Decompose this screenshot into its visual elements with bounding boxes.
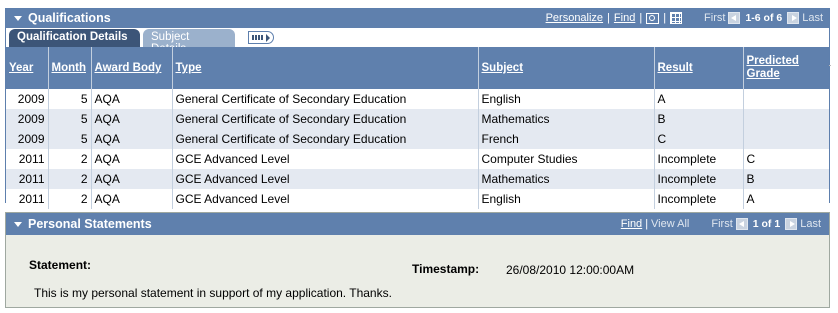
next-row-icon[interactable]: [785, 218, 798, 230]
column-header-year[interactable]: Year: [6, 47, 48, 89]
cell-month: 2: [47, 169, 91, 189]
qualifications-header: Qualifications Personalize | Find | | Fi…: [6, 9, 829, 28]
cell-year: 2009: [6, 89, 48, 109]
cell-year: 2009: [6, 109, 48, 129]
statement-text: This is my personal statement in support…: [34, 286, 392, 300]
cell-predicted-grade: [742, 129, 829, 149]
cell-award-body: AQA: [90, 149, 172, 169]
statement-label: Statement:: [29, 258, 92, 272]
last-label: Last: [802, 12, 823, 24]
separator: |: [607, 12, 610, 24]
personal-statements-toolbar: Find | View All First 1 of 1 Last: [621, 218, 821, 230]
previous-row-icon[interactable]: [735, 218, 748, 230]
cell-result: Incomplete: [653, 149, 743, 169]
table-row: 2009 5 AQA General Certificate of Second…: [6, 89, 829, 109]
column-header-result[interactable]: Result: [653, 47, 743, 89]
cell-type: GCE Advanced Level: [171, 149, 478, 169]
cell-type: General Certificate of Secondary Educati…: [171, 109, 478, 129]
cell-result: A: [653, 89, 743, 109]
cell-month: 2: [47, 149, 91, 169]
cell-award-body: AQA: [90, 129, 172, 149]
cell-result: B: [653, 109, 743, 129]
cell-month: 2: [47, 189, 91, 209]
cell-award-body: AQA: [90, 109, 172, 129]
cell-subject: French: [477, 129, 654, 149]
show-all-columns-icon[interactable]: [248, 31, 274, 44]
qualifications-toolbar: Personalize | Find | | First 1-6 of 6 La…: [546, 12, 823, 24]
first-label: First: [711, 218, 733, 230]
column-header-month[interactable]: Month: [47, 47, 91, 89]
cell-predicted-grade: [742, 109, 829, 129]
personal-statements-title[interactable]: Personal Statements: [14, 217, 152, 231]
previous-row-icon[interactable]: [728, 12, 741, 24]
view-all-label: View All: [651, 218, 690, 230]
timestamp-value: 26/08/2010 12:00:00AM: [506, 263, 635, 277]
table-header-row: Year Month Award Body Type Subject Resul…: [6, 47, 829, 89]
qualifications-title[interactable]: Qualifications: [14, 11, 111, 25]
table-row: 2009 5 AQA General Certificate of Second…: [6, 109, 829, 129]
timestamp-label: Timestamp:: [412, 262, 480, 276]
qualifications-title-text: Qualifications: [28, 11, 111, 25]
cell-year: 2011: [6, 169, 48, 189]
tab-qualification-details[interactable]: Qualification Details: [9, 29, 140, 47]
column-header-type[interactable]: Type: [171, 47, 478, 89]
separator: |: [639, 12, 643, 24]
cell-award-body: AQA: [90, 89, 172, 109]
column-header-award-body[interactable]: Award Body: [90, 47, 172, 89]
find-link[interactable]: Find: [614, 12, 635, 24]
cell-result: Incomplete: [653, 189, 743, 209]
cell-predicted-grade: C: [742, 149, 829, 169]
personal-statements-panel: Personal Statements Find | View All Firs…: [5, 212, 830, 308]
cell-subject: Mathematics: [477, 169, 654, 189]
cell-subject: English: [477, 89, 654, 109]
cell-subject: Mathematics: [477, 109, 654, 129]
cell-result: Incomplete: [653, 169, 743, 189]
personal-statements-header: Personal Statements Find | View All Firs…: [6, 213, 829, 235]
collapse-triangle-icon[interactable]: [14, 221, 22, 227]
table-row: 2011 2 AQA GCE Advanced Level English In…: [6, 189, 829, 209]
cell-year: 2009: [6, 129, 48, 149]
tab-subject-details[interactable]: Subject Details: [143, 29, 235, 55]
cell-subject: Computer Studies: [477, 149, 654, 169]
personalize-link[interactable]: Personalize: [546, 12, 603, 24]
cell-type: GCE Advanced Level: [171, 189, 478, 209]
cell-type: General Certificate of Secondary Educati…: [171, 129, 478, 149]
table-row: 2011 2 AQA GCE Advanced Level Mathematic…: [6, 169, 829, 189]
cell-award-body: AQA: [90, 189, 172, 209]
separator: |: [645, 218, 649, 230]
cell-year: 2011: [6, 149, 48, 169]
cell-month: 5: [47, 109, 91, 129]
cell-month: 5: [47, 89, 91, 109]
first-label: First: [704, 12, 726, 24]
cell-year: 2011: [6, 189, 48, 209]
cell-predicted-grade: B: [742, 169, 829, 189]
cell-type: GCE Advanced Level: [171, 169, 478, 189]
cell-subject: English: [477, 189, 654, 209]
column-header-subject[interactable]: Subject: [477, 47, 654, 89]
last-label: Last: [800, 218, 821, 230]
qualifications-grid: Qualifications Personalize | Find | | Fi…: [5, 8, 831, 209]
separator: |: [663, 12, 667, 24]
qualifications-table: Year Month Award Body Type Subject Resul…: [6, 47, 829, 209]
cell-type: General Certificate of Secondary Educati…: [171, 89, 478, 109]
next-row-icon[interactable]: [787, 12, 800, 24]
grid-tabs: Qualification Details Subject Details: [6, 28, 831, 66]
row-counter: 1 of 1: [752, 218, 781, 230]
column-header-predicted-grade[interactable]: Predicted Grade: [742, 47, 829, 89]
collapse-triangle-icon[interactable]: [14, 15, 22, 21]
cell-month: 5: [47, 129, 91, 149]
table-row: 2011 2 AQA GCE Advanced Level Computer S…: [6, 149, 829, 169]
find-link[interactable]: Find: [621, 218, 642, 230]
personal-statements-title-text: Personal Statements: [28, 217, 152, 231]
cell-predicted-grade: [742, 89, 829, 109]
cell-award-body: AQA: [90, 169, 172, 189]
download-grid-icon[interactable]: [670, 12, 683, 24]
table-row: 2009 5 AQA General Certificate of Second…: [6, 129, 829, 149]
row-counter: 1-6 of 6: [745, 12, 783, 24]
cell-result: C: [653, 129, 743, 149]
cell-predicted-grade: A: [742, 189, 829, 209]
view-all-zoom-icon[interactable]: [646, 12, 660, 24]
